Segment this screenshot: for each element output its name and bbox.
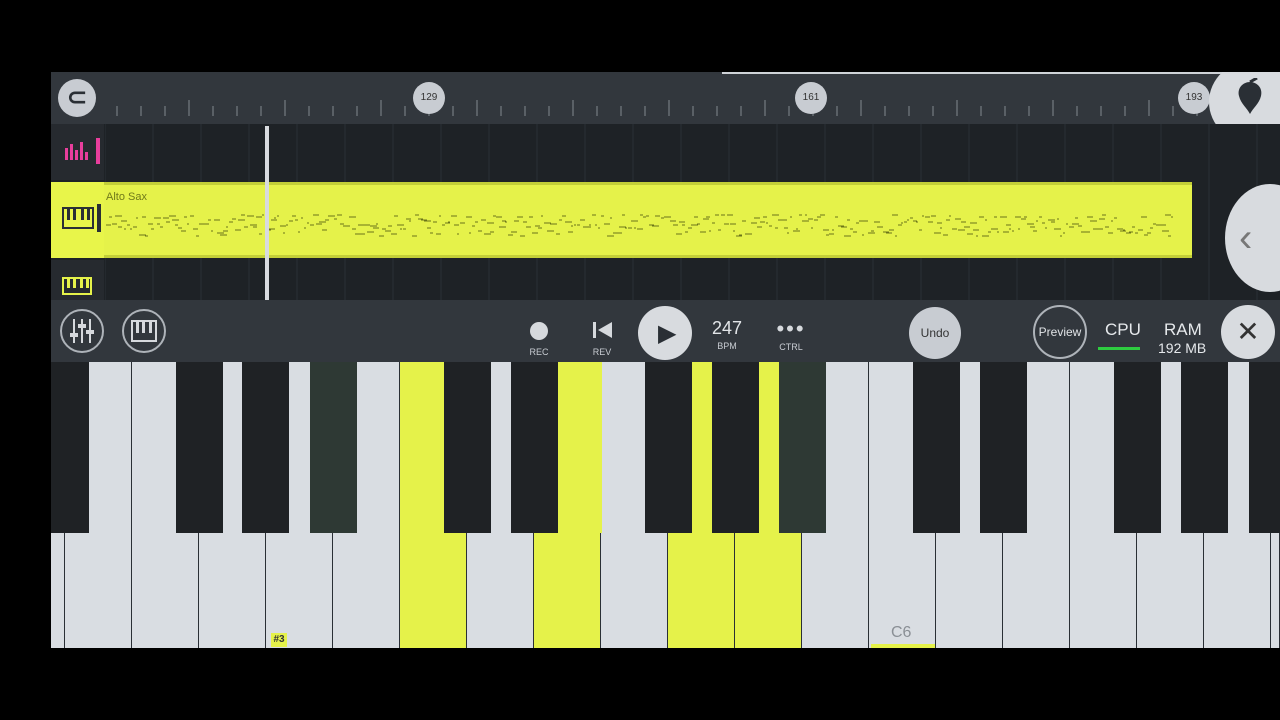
piano-icon [131, 320, 157, 342]
undo-button[interactable]: Undo [909, 307, 961, 359]
rewind-button[interactable]: REV [584, 320, 620, 357]
black-key[interactable] [176, 362, 223, 533]
app-window: ⊂ 129 161 193 Alto Sax ‹ REC REV ▶ 247 B… [51, 72, 1280, 648]
track-header-3[interactable] [51, 260, 104, 300]
black-key[interactable] [1181, 362, 1228, 533]
cpu-meter [1098, 347, 1140, 350]
pressed-key-highlight [558, 362, 602, 533]
ctrl-label: CTRL [779, 342, 803, 352]
pressed-key-highlight [400, 362, 444, 533]
rewind-label: REV [592, 347, 612, 357]
black-key[interactable] [51, 362, 89, 533]
black-key[interactable] [444, 362, 491, 533]
ctrl-button[interactable]: ••• CTRL [769, 316, 813, 353]
piano-keyboard[interactable]: #3 C6 [51, 362, 1280, 648]
piano-track-icon [62, 277, 92, 295]
ruler-ticks [116, 100, 1198, 116]
ram-label: RAM [1164, 320, 1202, 339]
black-key[interactable] [511, 362, 558, 533]
pressed-key-highlight [692, 362, 712, 533]
playhead[interactable] [265, 126, 269, 300]
c6-key-indicator [871, 644, 935, 648]
tempo-control[interactable]: 247 BPM [703, 318, 751, 351]
play-button[interactable]: ▶ [638, 306, 692, 360]
ram-value: 192 MB [1158, 340, 1207, 356]
black-key[interactable] [712, 362, 759, 533]
black-key[interactable] [310, 362, 357, 533]
piano-track-icon [62, 204, 101, 232]
piano-roll-button[interactable] [122, 309, 166, 353]
record-icon [530, 322, 548, 340]
tempo-value: 247 [711, 318, 743, 338]
close-icon: ✕ [1236, 316, 1260, 347]
preview-button[interactable]: Preview [1033, 305, 1087, 359]
mixer-button[interactable] [60, 309, 104, 353]
magnet-icon[interactable]: ⊂ [58, 79, 96, 117]
black-key[interactable] [913, 362, 960, 533]
track-header-automation[interactable] [51, 124, 104, 180]
play-icon: ▶ [658, 320, 677, 347]
tempo-label: BPM [717, 341, 737, 351]
chevron-left-icon: ‹ [1239, 216, 1253, 260]
equalizer-icon [65, 138, 100, 164]
octave-marker: #3 [271, 633, 287, 647]
mixer-icon [70, 319, 94, 343]
black-key[interactable] [980, 362, 1027, 533]
black-key[interactable] [779, 362, 826, 533]
record-button[interactable]: REC [521, 322, 557, 357]
close-button[interactable]: ✕ [1221, 305, 1275, 359]
more-dots-icon: ••• [776, 316, 806, 341]
black-key[interactable] [1114, 362, 1161, 533]
track-header-alto-sax[interactable] [51, 182, 104, 258]
bar-marker-193[interactable]: 193 [1178, 82, 1210, 114]
bar-marker-161[interactable]: 161 [795, 82, 827, 114]
black-key[interactable] [1249, 362, 1280, 533]
black-key[interactable] [645, 362, 692, 533]
c6-key-label: C6 [891, 624, 912, 641]
cpu-label: CPU [1105, 320, 1141, 339]
transport-toolbar: REC REV ▶ 247 BPM ••• CTRL Undo Preview … [51, 300, 1280, 362]
bar-marker-129[interactable]: 129 [413, 82, 445, 114]
record-label: REC [529, 347, 549, 357]
black-key[interactable] [242, 362, 289, 533]
rewind-icon [593, 322, 612, 338]
pressed-key-highlight [759, 362, 779, 533]
playlist-area[interactable]: Alto Sax ‹ [51, 124, 1280, 300]
timeline-ruler[interactable]: ⊂ 129 161 193 [51, 72, 1280, 144]
